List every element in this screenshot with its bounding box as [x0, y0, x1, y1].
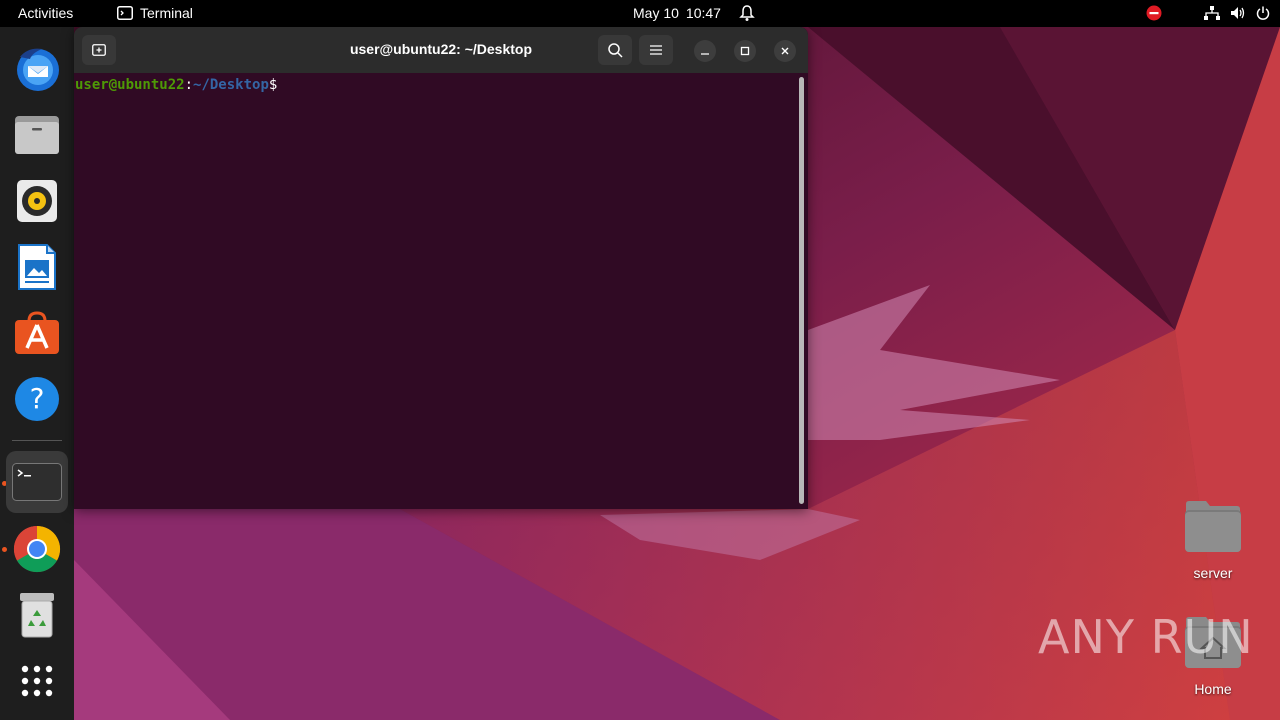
files-icon [15, 116, 59, 154]
clock-date: May 10 [633, 5, 679, 21]
search-icon [607, 42, 623, 58]
app-grid-icon [21, 665, 53, 697]
dock-item-thunderbird[interactable] [6, 37, 68, 99]
folder-icon [1185, 501, 1241, 552]
dock-item-rhythmbox[interactable] [6, 170, 68, 232]
do-not-disturb-icon [1146, 5, 1162, 21]
terminal-small-icon [117, 6, 133, 20]
power-icon [1256, 6, 1270, 20]
desktop-icon-label: server [1193, 565, 1233, 581]
trash-icon [20, 593, 54, 638]
prompt-path: ~/Desktop [193, 77, 269, 93]
close-icon [781, 47, 789, 55]
software-icon [15, 311, 59, 354]
terminal-header-bar[interactable]: user@ubuntu22: ~/Desktop [74, 27, 808, 73]
dock-item-terminal[interactable] [6, 451, 68, 513]
minimize-icon [701, 53, 709, 55]
prompt-separator: : [184, 77, 194, 93]
close-button[interactable] [774, 40, 796, 62]
prompt-symbol: $ [268, 77, 278, 93]
rhythmbox-icon [17, 180, 57, 222]
terminal-scrollbar[interactable] [799, 77, 804, 504]
dock-item-writer[interactable] [6, 236, 68, 298]
dock-item-show-apps[interactable] [6, 650, 68, 712]
network-icon [1204, 6, 1220, 20]
top-bar: Activities Terminal May 10 10:47 [0, 0, 1280, 27]
activities-button[interactable]: Activities [18, 5, 73, 21]
chrome-icon [13, 525, 61, 573]
svg-text:?: ? [30, 382, 45, 415]
dock: ? [0, 27, 74, 720]
dock-item-help[interactable]: ? [6, 368, 68, 430]
search-button[interactable] [598, 35, 632, 65]
system-tray[interactable] [1146, 5, 1270, 21]
desktop-icon-label: Home [1194, 681, 1232, 697]
hamburger-menu-icon [650, 45, 662, 55]
clock-time: 10:47 [685, 5, 721, 21]
volume-icon [1231, 7, 1245, 19]
terminal-window[interactable]: user@ubuntu22: ~/Desktop user@ubuntu22:~… [74, 27, 808, 509]
anyrun-watermark: ANY RUN [1038, 610, 1254, 664]
dock-separator [12, 440, 62, 441]
dock-item-trash[interactable] [6, 584, 68, 646]
help-icon: ? [15, 377, 59, 421]
terminal-icon [12, 463, 62, 501]
maximize-icon [740, 46, 750, 56]
thunderbird-icon [17, 48, 59, 91]
terminal-content[interactable]: user@ubuntu22:~/Desktop$ [74, 73, 808, 509]
prompt-user: user@ubuntu22 [75, 77, 185, 93]
app-menu[interactable]: Terminal [117, 5, 193, 21]
dock-item-chrome[interactable] [6, 518, 68, 580]
notification-bell-icon[interactable] [739, 4, 755, 25]
maximize-button[interactable] [734, 40, 756, 62]
dock-item-files[interactable] [6, 104, 68, 166]
desktop-icon-server[interactable]: server [1168, 500, 1258, 581]
minimize-button[interactable] [694, 40, 716, 62]
menu-button[interactable] [639, 35, 673, 65]
app-menu-label: Terminal [140, 5, 193, 21]
clock[interactable]: May 10 10:47 [633, 5, 721, 21]
writer-icon [18, 244, 56, 290]
dock-item-software[interactable] [6, 302, 68, 364]
